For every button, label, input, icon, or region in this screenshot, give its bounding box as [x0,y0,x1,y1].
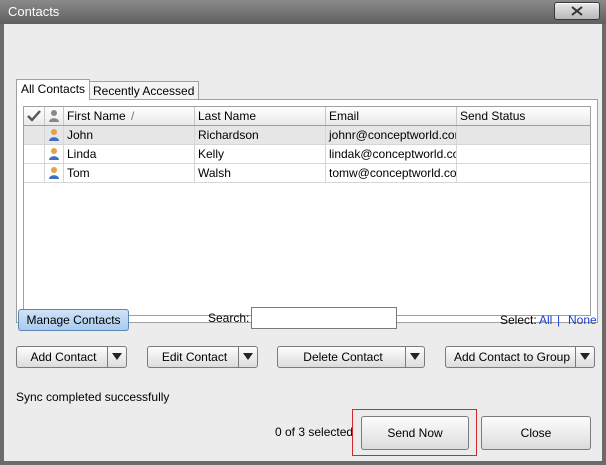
row-checkbox[interactable] [24,164,45,183]
edit-contact-dropdown[interactable] [238,347,257,367]
row-checkbox[interactable] [24,145,45,164]
delete-contact-dropdown[interactable] [405,347,424,367]
search-label: Search: [208,311,250,325]
email-cell: tomw@conceptworld.com [326,164,457,183]
table-row[interactable]: Tom Walsh tomw@conceptworld.com [24,164,590,183]
contacts-grid: First Name / Last Name Email Send Status [23,106,591,316]
select-separator: | [557,313,561,327]
sort-indicator: / [131,109,135,123]
person-icon [49,129,59,141]
last-name-cell: Richardson [195,126,326,145]
grid-header: First Name / Last Name Email Send Status [24,107,590,126]
title-bar: Contacts [0,0,606,24]
delete-contact-button[interactable]: Delete Contact [277,346,425,368]
person-icon [49,148,59,160]
first-name-cell: Tom [64,164,195,183]
button-label: Edit Contact [161,350,228,364]
button-label: Send Now [387,426,443,440]
add-contact-dropdown[interactable] [107,347,126,367]
first-name-column-header[interactable]: First Name / [64,107,195,125]
selected-count: 0 of 3 selected [275,425,354,439]
tab-label: Recently Accessed [93,84,195,98]
close-icon [571,6,583,16]
contact-type-cell [45,164,64,183]
send-now-button[interactable]: Send Now [361,416,469,450]
chevron-down-icon [580,353,590,360]
send-status-column-header[interactable]: Send Status [457,107,590,125]
table-row[interactable]: Linda Kelly lindak@conceptworld.com [24,145,590,164]
last-name-cell: Kelly [195,145,326,164]
window-close-button[interactable] [554,2,600,20]
sync-status-text: Sync completed successfully [16,390,170,404]
add-to-group-dropdown[interactable] [575,347,594,367]
close-button[interactable]: Close [481,416,591,450]
window-client-area: All Contacts Recently Accessed First Nam… [4,24,602,461]
select-none-link[interactable]: None [568,313,597,327]
table-row[interactable]: John Richardson johnr@conceptworld.com [24,126,590,145]
email-cell: lindak@conceptworld.com [326,145,457,164]
button-label: Manage Contacts [26,313,121,327]
person-icon [49,167,59,179]
chevron-down-icon [112,353,122,360]
contacts-window: Contacts All Contacts Recently Accessed [0,0,606,465]
first-name-cell: John [64,126,195,145]
manage-contacts-button[interactable]: Manage Contacts [18,309,129,331]
chevron-down-icon [243,353,253,360]
search-input[interactable] [251,307,397,329]
last-name-column-header[interactable]: Last Name [195,107,326,125]
email-column-header[interactable]: Email [326,107,457,125]
row-checkbox[interactable] [24,126,45,145]
select-label: Select: [500,313,537,327]
column-title: First Name [67,109,126,123]
button-label: Close [520,426,552,440]
tab-label: All Contacts [21,82,86,96]
column-title: Send Status [460,109,526,123]
email-cell: johnr@conceptworld.com [326,126,457,145]
check-column-header[interactable] [24,107,45,125]
contact-type-cell [45,145,64,164]
send-status-cell [457,126,590,145]
select-all-link[interactable]: All [539,313,552,327]
send-status-cell [457,145,590,164]
chevron-down-icon [410,353,420,360]
button-label: Add Contact to Group [453,350,571,364]
add-contact-button[interactable]: Add Contact [16,346,127,368]
edit-contact-button[interactable]: Edit Contact [147,346,258,368]
button-label: Delete Contact [303,350,383,364]
column-title: Last Name [198,109,257,123]
checkmark-icon [27,110,41,122]
button-label: Add Contact [30,350,97,364]
add-contact-to-group-button[interactable]: Add Contact to Group [445,346,595,368]
contact-type-cell [45,126,64,145]
tab-all-contacts[interactable]: All Contacts [16,79,91,100]
column-title: Email [329,109,360,123]
last-name-cell: Walsh [195,164,326,183]
window-title: Contacts [8,4,60,19]
contact-type-column-header[interactable] [45,107,64,125]
tab-recently-accessed[interactable]: Recently Accessed [88,81,200,100]
send-status-cell [457,164,590,183]
person-icon [49,110,59,122]
first-name-cell: Linda [64,145,195,164]
contacts-panel: First Name / Last Name Email Send Status [16,99,598,323]
